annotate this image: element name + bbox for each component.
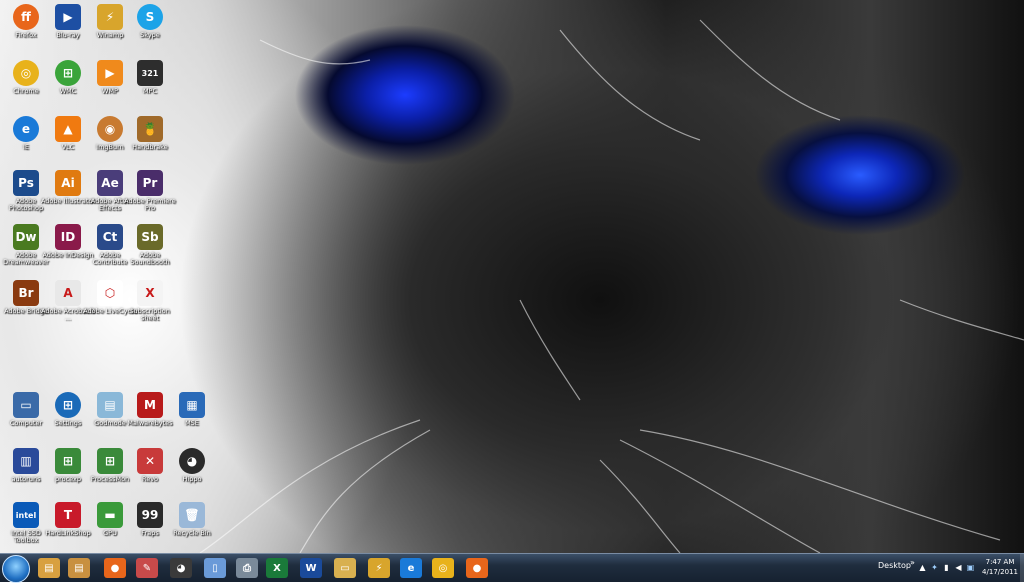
aftereffects-icon: Ae (97, 170, 123, 196)
desktop-icon-label: MPC (142, 87, 158, 95)
excel-icon[interactable]: X (266, 558, 288, 578)
winamp-icon: ⚡ (97, 4, 123, 30)
desktop-icon[interactable]: ◕ Hippo (164, 448, 220, 483)
desktop-icon-label: Adobe Soundbooth (130, 251, 170, 266)
intel-icon: intel (13, 502, 39, 528)
settings-icon: ⊞ (55, 392, 81, 418)
excel-file-icon: X (137, 280, 163, 306)
paint-icon[interactable]: ✎ (136, 558, 158, 578)
livecycle-icon: ⬡ (97, 280, 123, 306)
desktop-icon[interactable]: 321 MPC (122, 60, 178, 95)
chrome-icon: ◎ (13, 60, 39, 86)
computer-icon: ▭ (13, 392, 39, 418)
start-button[interactable] (2, 555, 30, 583)
firefox-icon[interactable]: ● (466, 558, 488, 578)
skype-icon: S (137, 4, 163, 30)
desktop-icon[interactable]: 🍍 Handbrake (122, 116, 178, 151)
bridge-icon: Br (13, 280, 39, 306)
procexp-icon: ⊞ (55, 448, 81, 474)
firefox-icon[interactable]: ● (104, 558, 126, 578)
bluray-icon: ▶ (55, 4, 81, 30)
desktop-icon[interactable]: Xsubscription sheet (122, 280, 178, 322)
tray-arrow-icon[interactable]: ▲ (918, 563, 927, 572)
show-more-icon[interactable]: » (908, 558, 917, 567)
taskbar: ▤ ▤ ● ✎ ◕ ▯ ⎙ X W ▭ ⚡ e ◎ ● Desktop » ▲ ✦ ▮ ◀ ▣ 7:47 … (0, 553, 1024, 583)
wmp-icon: ▶ (97, 60, 123, 86)
acrobat-icon: A (55, 280, 81, 306)
malwarebytes-icon: M (137, 392, 163, 418)
soundbooth-icon: Sb (137, 224, 163, 250)
notepad-icon[interactable]: ▯ (204, 558, 226, 578)
volume-icon[interactable]: ◀ (954, 563, 963, 572)
clock-date: 4/17/2011 (982, 568, 1018, 576)
desktop-icon-label: MSE (185, 419, 199, 427)
hardlinkshop-icon: T (55, 502, 81, 528)
desktop-icon[interactable]: 🗑 Recycle Bin (164, 502, 220, 537)
explorer2-icon[interactable]: ▤ (68, 558, 90, 578)
bluetooth-icon[interactable]: ▣ (966, 563, 975, 572)
system-clock[interactable]: 7:47 AM 4/17/2011 (980, 557, 1020, 577)
indesign-icon: ID (55, 224, 81, 250)
desktop-toolbar-label[interactable]: Desktop (878, 561, 911, 570)
autoruns-icon: ▥ (13, 448, 39, 474)
printer-icon[interactable]: ⎙ (236, 558, 258, 578)
desktop-icon-label: Skype (140, 31, 160, 39)
illustrator-icon: Ai (55, 170, 81, 196)
vlc-icon: ▲ (55, 116, 81, 142)
mse-icon: ▦ (179, 392, 205, 418)
desktop-icon-label: Adobe Premiere Pro (124, 197, 176, 212)
premiere-icon: Pr (137, 170, 163, 196)
folder-icon[interactable]: ▭ (334, 558, 356, 578)
network-icon[interactable]: ▮ (942, 563, 951, 572)
fraps-icon: 99 (137, 502, 163, 528)
chrome-icon[interactable]: ◎ (432, 558, 454, 578)
mpc-icon: 321 (137, 60, 163, 86)
ie-icon: e (13, 116, 39, 142)
desktop-icon[interactable]: Sb Adobe Soundbooth (122, 224, 178, 266)
firefox-icon: ff (13, 4, 39, 30)
dreamweaver-icon: Dw (13, 224, 39, 250)
wmc-icon: ⊞ (55, 60, 81, 86)
desktop-icon-label: Hippo (182, 475, 202, 483)
word-icon[interactable]: W (300, 558, 322, 578)
revo-icon: ✕ (137, 448, 163, 474)
desktop-icon[interactable]: S Skype (122, 4, 178, 39)
recycle-bin-icon: 🗑 (179, 502, 205, 528)
desktop-icon-label: Recycle Bin (173, 529, 211, 537)
gpu-icon: ▬ (97, 502, 123, 528)
hippo-icon[interactable]: ◕ (170, 558, 192, 578)
desktop-icon[interactable]: Pr Adobe Premiere Pro (122, 170, 178, 212)
explorer-icon[interactable]: ▤ (38, 558, 60, 578)
clock-time: 7:47 AM (985, 558, 1015, 566)
winamp-icon[interactable]: ⚡ (368, 558, 390, 578)
imgburn-icon: ◉ (97, 116, 123, 142)
show-desktop-button[interactable] (1020, 554, 1024, 582)
desktop-icon-label: Handbrake (132, 143, 168, 151)
dropbox-icon[interactable]: ✦ (930, 563, 939, 572)
desktop-icon[interactable]: ▦ MSE (164, 392, 220, 427)
procmon-icon: ⊞ (97, 448, 123, 474)
photoshop-icon: Ps (13, 170, 39, 196)
desktop-icon-label: subscription sheet (130, 307, 170, 322)
handbrake-icon: 🍍 (137, 116, 163, 142)
contribute-icon: Ct (97, 224, 123, 250)
hippo-icon: ◕ (179, 448, 205, 474)
godmode-icon: ▤ (97, 392, 123, 418)
ie-icon[interactable]: e (400, 558, 422, 578)
